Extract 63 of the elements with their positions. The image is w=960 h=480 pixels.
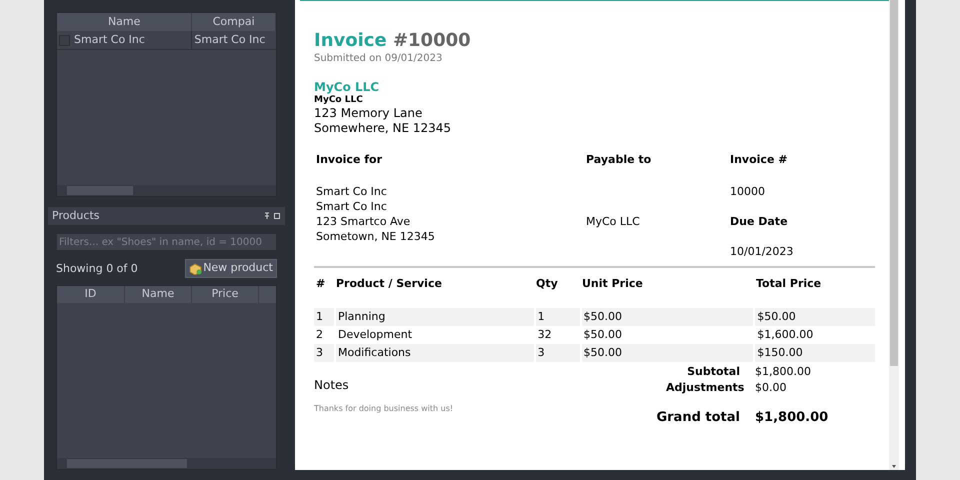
table-cell-text: $50.00 — [582, 326, 624, 343]
due-date-value: 10/01/2023 — [730, 244, 794, 259]
table-cell-text: Smart Co Inc — [194, 32, 266, 48]
total-value: $0.00 — [755, 380, 786, 396]
payee-name: MyCo LLC — [586, 214, 641, 229]
table-cell: 1 — [536, 308, 580, 326]
total-value: $1,800.00 — [755, 364, 811, 380]
address-line: 123 Smartco Ave — [316, 214, 412, 229]
address-line: Sometown, NE 12345 — [316, 229, 436, 244]
submitted-date: Submitted on 09/01/2023 — [314, 53, 444, 65]
box-icon — [189, 262, 202, 274]
result-count: Showing 0 of 0 — [56, 260, 138, 276]
grand-total-label: Grand total — [655, 409, 740, 427]
table-cell: $50.00 — [582, 308, 754, 326]
table-cell: 3 — [314, 344, 334, 362]
total-label: Subtotal — [686, 364, 740, 380]
column-heading: Qty — [535, 276, 559, 292]
table-cell-text: Smart Co Inc — [74, 32, 145, 48]
horizontal-scrollbar[interactable] — [57, 458, 276, 469]
filter-field[interactable]: Filters... ex "Shoes" in name, id = 10000 — [56, 233, 277, 251]
notes-heading: Notes — [314, 377, 350, 394]
table-cell: 3 — [536, 344, 580, 362]
column-heading: Product / Service — [335, 276, 443, 292]
scroll-down-icon[interactable] — [889, 464, 899, 470]
column-heading: # — [315, 276, 326, 292]
address-line: Smart Co Inc — [316, 184, 388, 199]
column-header[interactable]: Name — [125, 286, 192, 303]
table-cell: $150.00 — [755, 344, 875, 362]
column-heading: Invoice # — [730, 152, 788, 167]
notes-text: Thanks for doing business with us! — [314, 403, 454, 415]
address-line: 123 Memory Lane — [314, 106, 424, 121]
company-name: MyCo LLC — [314, 80, 380, 94]
vertical-scrollbar[interactable] — [889, 0, 899, 470]
column-heading: Invoice for — [316, 152, 383, 167]
column-heading: Total Price — [755, 276, 822, 292]
invoice-title: Invoice — [314, 30, 387, 51]
table-cell-text: 32 — [536, 326, 553, 343]
horizontal-scrollbar[interactable] — [57, 185, 276, 196]
pin-restore-icon[interactable] — [263, 212, 281, 220]
checkbox[interactable] — [59, 34, 70, 46]
invoice-number-value: 10000 — [730, 184, 766, 199]
table-cell: $50.00 — [582, 344, 754, 362]
table-cell: Modifications — [336, 344, 534, 362]
table-cell: 1 — [314, 308, 334, 326]
column-header[interactable]: Price — [192, 286, 259, 303]
table-cell: Planning — [336, 308, 534, 326]
table-cell-text: $1,600.00 — [756, 326, 814, 343]
address-line: MyCo LLC — [314, 94, 364, 106]
column-heading: Unit Price — [581, 276, 644, 292]
column-heading: Payable to — [586, 152, 652, 167]
column-header[interactable]: ID — [57, 286, 125, 303]
invoice-number: #10000 — [392, 30, 471, 51]
new-product-button[interactable]: New product — [185, 259, 277, 278]
address-line: Smart Co Inc — [316, 199, 388, 214]
column-header[interactable]: Compai — [192, 13, 276, 31]
address-line: Somewhere, NE 12345 — [314, 121, 452, 136]
table-cell: $50.00 — [755, 308, 875, 326]
column-header[interactable]: Name — [57, 13, 192, 31]
column-heading: Due Date — [730, 214, 789, 229]
table-cell-text: 2 — [315, 326, 324, 343]
panel-title: Products — [52, 208, 100, 224]
table-cell-text: Development — [336, 326, 414, 343]
grand-total-value: $1,800.00 — [755, 409, 828, 427]
